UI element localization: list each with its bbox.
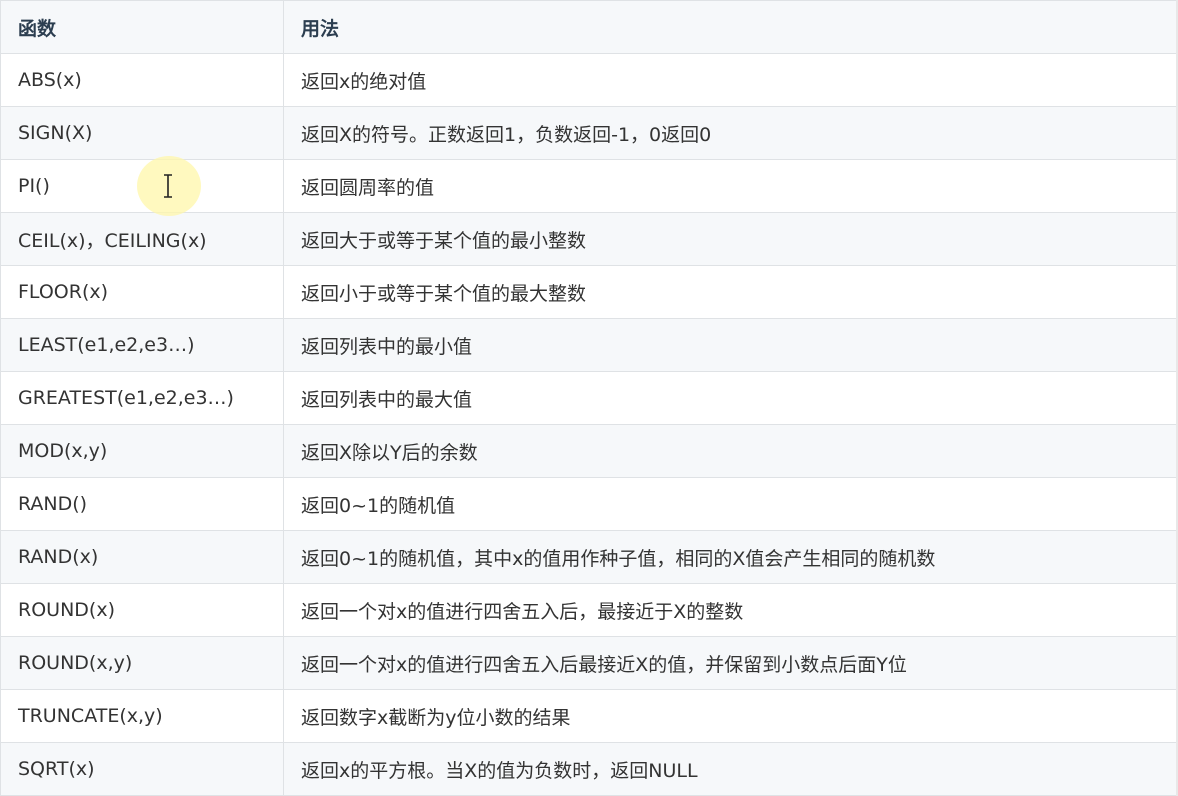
header-function: 函数 bbox=[0, 0, 284, 54]
cell-function: FLOOR(x) bbox=[0, 265, 284, 319]
cell-usage: 返回一个对x的值进行四舍五入后最接近X的值，并保留到小数点后面Y位 bbox=[283, 636, 1177, 690]
cell-usage: 返回大于或等于某个值的最小整数 bbox=[283, 212, 1177, 266]
table-header: 函数 用法 bbox=[0, 0, 1177, 54]
function-table: 函数 用法 ABS(x) 返回x的绝对值 SIGN(X) 返回X的符号。正数返回… bbox=[0, 0, 1177, 796]
table-row: RAND(x) 返回0~1的随机值，其中x的值用作种子值，相同的X值会产生相同的… bbox=[0, 530, 1177, 584]
cell-function: CEIL(x)，CEILING(x) bbox=[0, 212, 284, 266]
table-row: ROUND(x) 返回一个对x的值进行四舍五入后，最接近于X的整数 bbox=[0, 583, 1177, 637]
table-row: RAND() 返回0~1的随机值 bbox=[0, 477, 1177, 531]
cell-function: SIGN(X) bbox=[0, 106, 284, 160]
cell-usage: 返回数字x截断为y位小数的结果 bbox=[283, 689, 1177, 743]
cell-function: TRUNCATE(x,y) bbox=[0, 689, 284, 743]
table-row: GREATEST(e1,e2,e3…) 返回列表中的最大值 bbox=[0, 371, 1177, 425]
cell-usage: 返回x的平方根。当X的值为负数时，返回NULL bbox=[283, 742, 1177, 796]
table-row: SIGN(X) 返回X的符号。正数返回1，负数返回-1，0返回0 bbox=[0, 106, 1177, 160]
table-row: ROUND(x,y) 返回一个对x的值进行四舍五入后最接近X的值，并保留到小数点… bbox=[0, 636, 1177, 690]
cell-usage: 返回0~1的随机值，其中x的值用作种子值，相同的X值会产生相同的随机数 bbox=[283, 530, 1177, 584]
page: 函数 用法 ABS(x) 返回x的绝对值 SIGN(X) 返回X的符号。正数返回… bbox=[0, 0, 1178, 796]
cell-usage: 返回x的绝对值 bbox=[283, 53, 1177, 107]
cell-function: MOD(x,y) bbox=[0, 424, 284, 478]
table-row: FLOOR(x) 返回小于或等于某个值的最大整数 bbox=[0, 265, 1177, 319]
cell-usage: 返回0~1的随机值 bbox=[283, 477, 1177, 531]
table-row: ABS(x) 返回x的绝对值 bbox=[0, 53, 1177, 107]
cell-function: LEAST(e1,e2,e3…) bbox=[0, 318, 284, 372]
cell-usage: 返回列表中的最小值 bbox=[283, 318, 1177, 372]
table-row: SQRT(x) 返回x的平方根。当X的值为负数时，返回NULL bbox=[0, 742, 1177, 796]
cell-usage: 返回X的符号。正数返回1，负数返回-1，0返回0 bbox=[283, 106, 1177, 160]
cell-function: ROUND(x) bbox=[0, 583, 284, 637]
table-body: ABS(x) 返回x的绝对值 SIGN(X) 返回X的符号。正数返回1，负数返回… bbox=[0, 53, 1177, 796]
table-row: MOD(x,y) 返回X除以Y后的余数 bbox=[0, 424, 1177, 478]
table-row: LEAST(e1,e2,e3…) 返回列表中的最小值 bbox=[0, 318, 1177, 372]
table-row: CEIL(x)，CEILING(x) 返回大于或等于某个值的最小整数 bbox=[0, 212, 1177, 266]
cell-function: SQRT(x) bbox=[0, 742, 284, 796]
cell-function: GREATEST(e1,e2,e3…) bbox=[0, 371, 284, 425]
cell-usage: 返回小于或等于某个值的最大整数 bbox=[283, 265, 1177, 319]
cell-function: ROUND(x,y) bbox=[0, 636, 284, 690]
cell-usage: 返回列表中的最大值 bbox=[283, 371, 1177, 425]
header-usage: 用法 bbox=[283, 0, 1177, 54]
cell-function: RAND(x) bbox=[0, 530, 284, 584]
cell-usage: 返回一个对x的值进行四舍五入后，最接近于X的整数 bbox=[283, 583, 1177, 637]
cell-function: RAND() bbox=[0, 477, 284, 531]
cell-usage: 返回X除以Y后的余数 bbox=[283, 424, 1177, 478]
header-row: 函数 用法 bbox=[0, 0, 1177, 54]
cell-function: PI() bbox=[0, 159, 284, 213]
cell-function: ABS(x) bbox=[0, 53, 284, 107]
table-row: TRUNCATE(x,y) 返回数字x截断为y位小数的结果 bbox=[0, 689, 1177, 743]
cell-usage: 返回圆周率的值 bbox=[283, 159, 1177, 213]
table-row: PI() 返回圆周率的值 bbox=[0, 159, 1177, 213]
